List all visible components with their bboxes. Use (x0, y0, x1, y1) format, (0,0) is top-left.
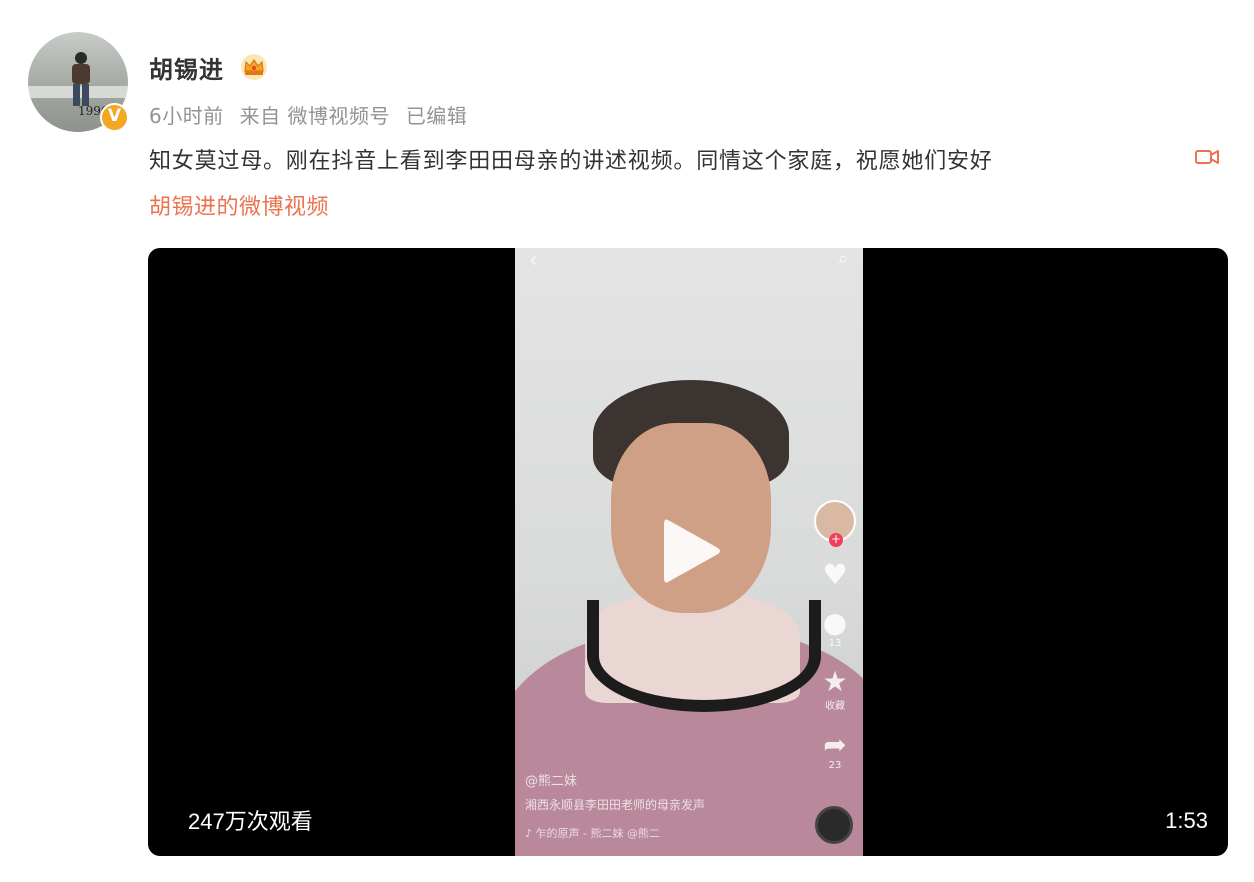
back-icon: ‹ (529, 248, 538, 273)
comment-count: 13 (828, 638, 842, 649)
video-duration: 1:53 (1165, 808, 1208, 833)
follow-plus-icon: + (829, 532, 843, 547)
music-disc-icon (815, 806, 853, 844)
overlay-user: @熊二妹 (525, 774, 578, 789)
creator-avatar: + (814, 500, 856, 547)
video-player[interactable]: ‹ ⌕ + ♥ ● 13 ★ 收藏 ➦ 23 @熊二妹 湘西永顺县李田田老师的母… (148, 248, 1228, 856)
search-icon: ⌕ (837, 248, 849, 270)
favorite-label: 收藏 (825, 701, 845, 712)
heart-icon: ♥ (822, 558, 848, 591)
verified-mark: V (107, 106, 122, 126)
view-count: 247万次观看 (188, 809, 313, 834)
post-meta: 6小时前 来自 微博视频号 已编辑 (149, 100, 476, 129)
crown-icon[interactable] (240, 53, 268, 81)
frame-neckline (587, 600, 821, 712)
comment-icon: ● (822, 606, 848, 639)
overlay-music: ♪ 乍的原声 - 熊二妹 @熊二 (525, 827, 660, 840)
video-link[interactable]: 胡锡进的微博视频 (149, 189, 329, 221)
post-text: 知女莫过母。刚在抖音上看到李田田母亲的讲述视频。同情这个家庭，祝愿她们安好 (149, 149, 993, 174)
post-edited[interactable]: 已编辑 (406, 104, 468, 128)
play-icon[interactable] (662, 516, 722, 586)
video-side-actions: + ♥ ● 13 ★ 收藏 ➦ 23 (813, 500, 857, 771)
share-icon: ➦ (823, 728, 847, 761)
post-source[interactable]: 来自 微博视频号 (240, 104, 390, 128)
post-time[interactable]: 6小时前 (149, 104, 224, 128)
username[interactable]: 胡锡进 (149, 50, 224, 85)
verified-icon: V (100, 103, 129, 132)
video-camera-icon[interactable] (1194, 147, 1220, 167)
overlay-description: 湘西永顺县李田田老师的母亲发声 (525, 798, 706, 812)
share-count: 23 (828, 760, 842, 771)
avatar-person-figure (72, 52, 90, 106)
star-icon: ★ (822, 665, 848, 698)
